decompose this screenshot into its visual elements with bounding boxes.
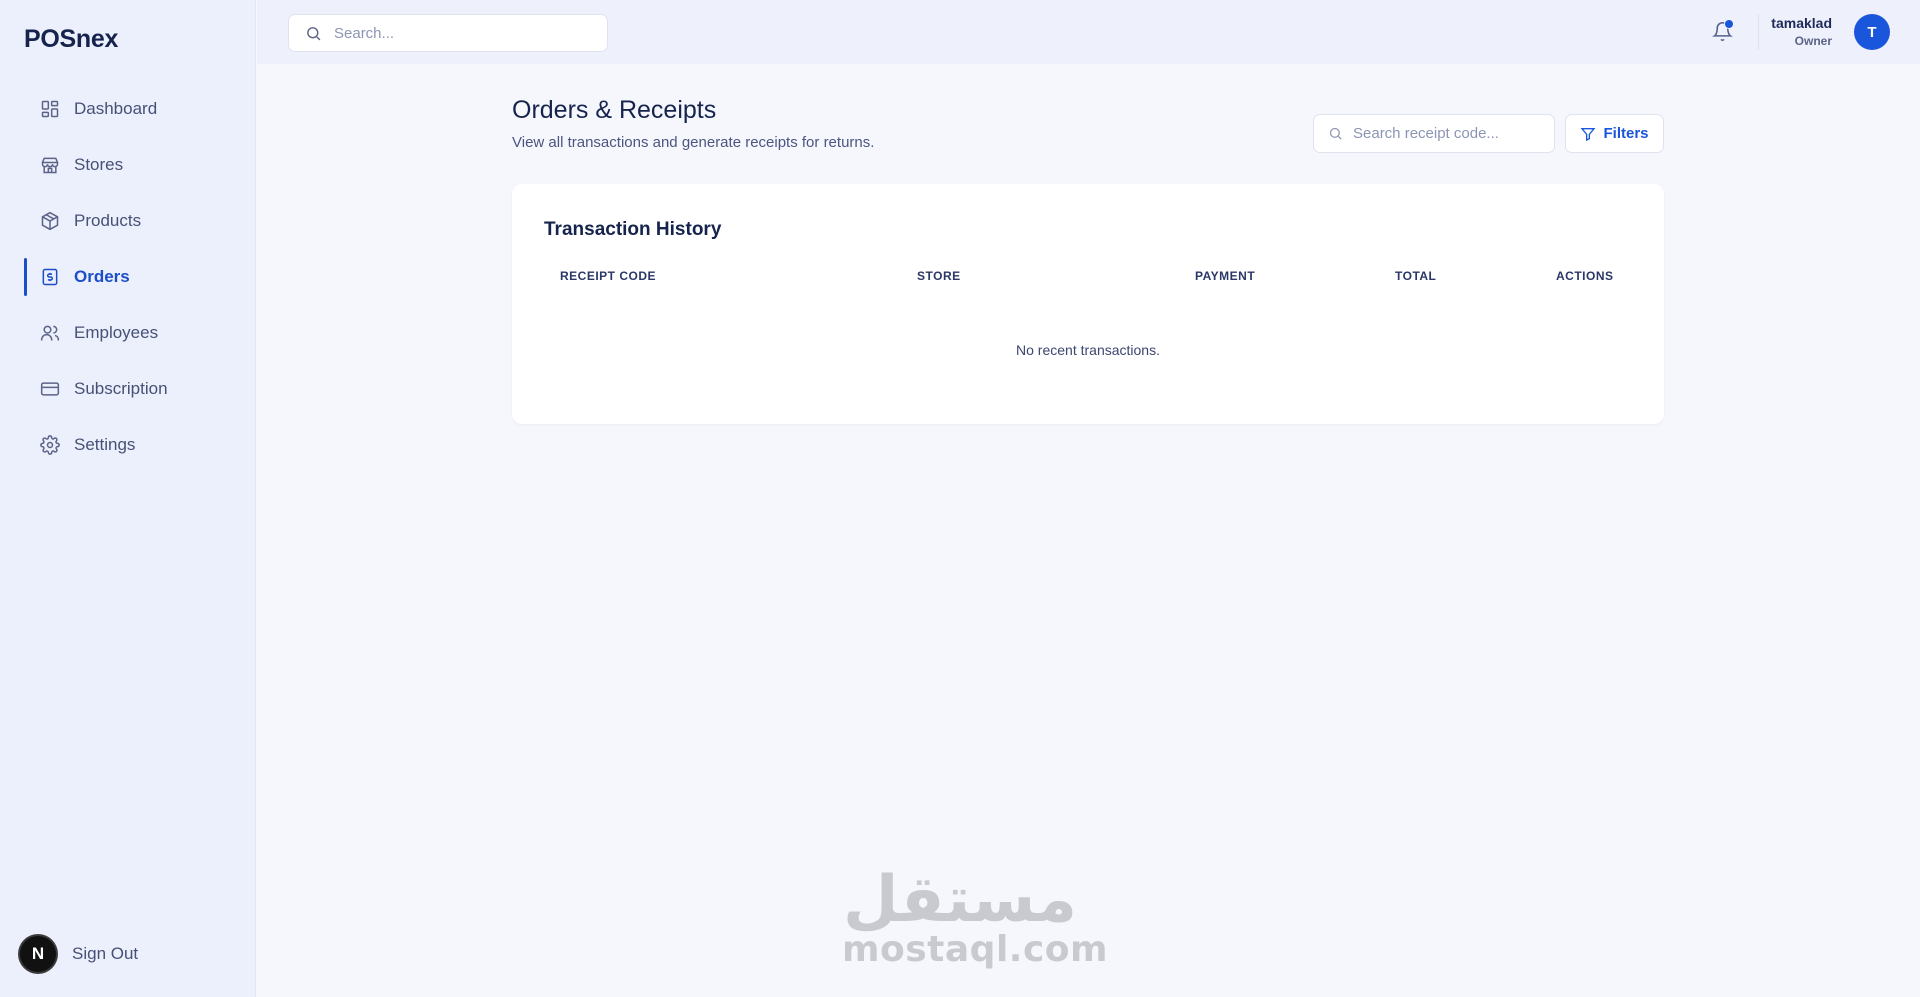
next-badge: N xyxy=(20,936,56,972)
watermark-latin: mostaql.com xyxy=(842,929,1109,970)
page-subtitle: View all transactions and generate recei… xyxy=(512,134,875,151)
sidebar-item-products[interactable]: Products xyxy=(24,198,246,244)
watermark-arabic: مستقل xyxy=(842,863,1078,937)
sidebar-nav: Dashboard Stores Products Orders Employe… xyxy=(24,86,246,478)
card-title: Transaction History xyxy=(544,219,722,240)
credit-card-icon xyxy=(40,379,60,399)
sidebar-item-label: Employees xyxy=(74,323,159,342)
receipt-search[interactable] xyxy=(1313,114,1555,153)
global-search-input[interactable] xyxy=(334,24,594,42)
column-header-actions: ACTIONS xyxy=(1556,269,1614,283)
user-name: tamaklad xyxy=(1771,15,1832,31)
filter-icon xyxy=(1580,126,1596,142)
search-icon xyxy=(305,25,322,42)
topbar: tamaklad Owner T xyxy=(257,0,1920,64)
user-info: tamaklad Owner xyxy=(1771,15,1832,48)
sidebar-item-label: Stores xyxy=(74,155,124,174)
column-header-store: STORE xyxy=(917,269,961,283)
watermark: مستقل mostaql.com xyxy=(842,863,1109,970)
sidebar-item-label: Orders xyxy=(74,267,130,286)
sign-out-label: Sign Out xyxy=(72,944,139,963)
grid-icon xyxy=(40,99,60,119)
sidebar-item-label: Products xyxy=(74,211,142,230)
page-title: Orders & Receipts xyxy=(512,96,717,124)
user-role: Owner xyxy=(1794,34,1832,48)
sidebar-item-subscription[interactable]: Subscription xyxy=(24,366,246,412)
sidebar-item-label: Settings xyxy=(74,435,136,454)
receipt-search-input[interactable] xyxy=(1353,125,1543,142)
users-icon xyxy=(40,323,60,343)
global-search[interactable] xyxy=(288,14,608,52)
sidebar-item-employees[interactable]: Employees xyxy=(24,310,246,356)
sign-out-button[interactable]: N Sign Out xyxy=(20,936,138,972)
column-header-receipt-code: RECEIPT CODE xyxy=(560,269,657,283)
store-icon xyxy=(40,155,60,175)
sidebar-item-stores[interactable]: Stores xyxy=(24,142,246,188)
app-logo: POSnex xyxy=(24,25,119,53)
search-icon xyxy=(1328,126,1343,141)
column-header-total: TOTAL xyxy=(1395,269,1437,283)
transaction-history-card: Transaction History RECEIPT CODE STORE P… xyxy=(512,184,1664,424)
notification-dot xyxy=(1724,19,1734,29)
sidebar-item-settings[interactable]: Settings xyxy=(24,422,246,468)
empty-state-message: No recent transactions. xyxy=(1016,342,1160,358)
filters-button[interactable]: Filters xyxy=(1565,114,1664,153)
topbar-divider xyxy=(1758,14,1759,50)
sidebar-item-dashboard[interactable]: Dashboard xyxy=(24,86,246,132)
receipt-icon xyxy=(40,267,60,287)
filters-label: Filters xyxy=(1603,125,1649,142)
sidebar-item-label: Subscription xyxy=(74,379,168,398)
column-header-payment: PAYMENT xyxy=(1195,269,1256,283)
avatar[interactable]: T xyxy=(1854,14,1890,50)
gear-icon xyxy=(40,435,60,455)
sidebar: POSnex Dashboard Stores Products Orders xyxy=(0,0,256,997)
box-icon xyxy=(40,211,60,231)
notifications-button[interactable] xyxy=(1708,17,1736,45)
sidebar-item-label: Dashboard xyxy=(74,99,158,118)
sidebar-item-orders[interactable]: Orders xyxy=(24,254,246,300)
